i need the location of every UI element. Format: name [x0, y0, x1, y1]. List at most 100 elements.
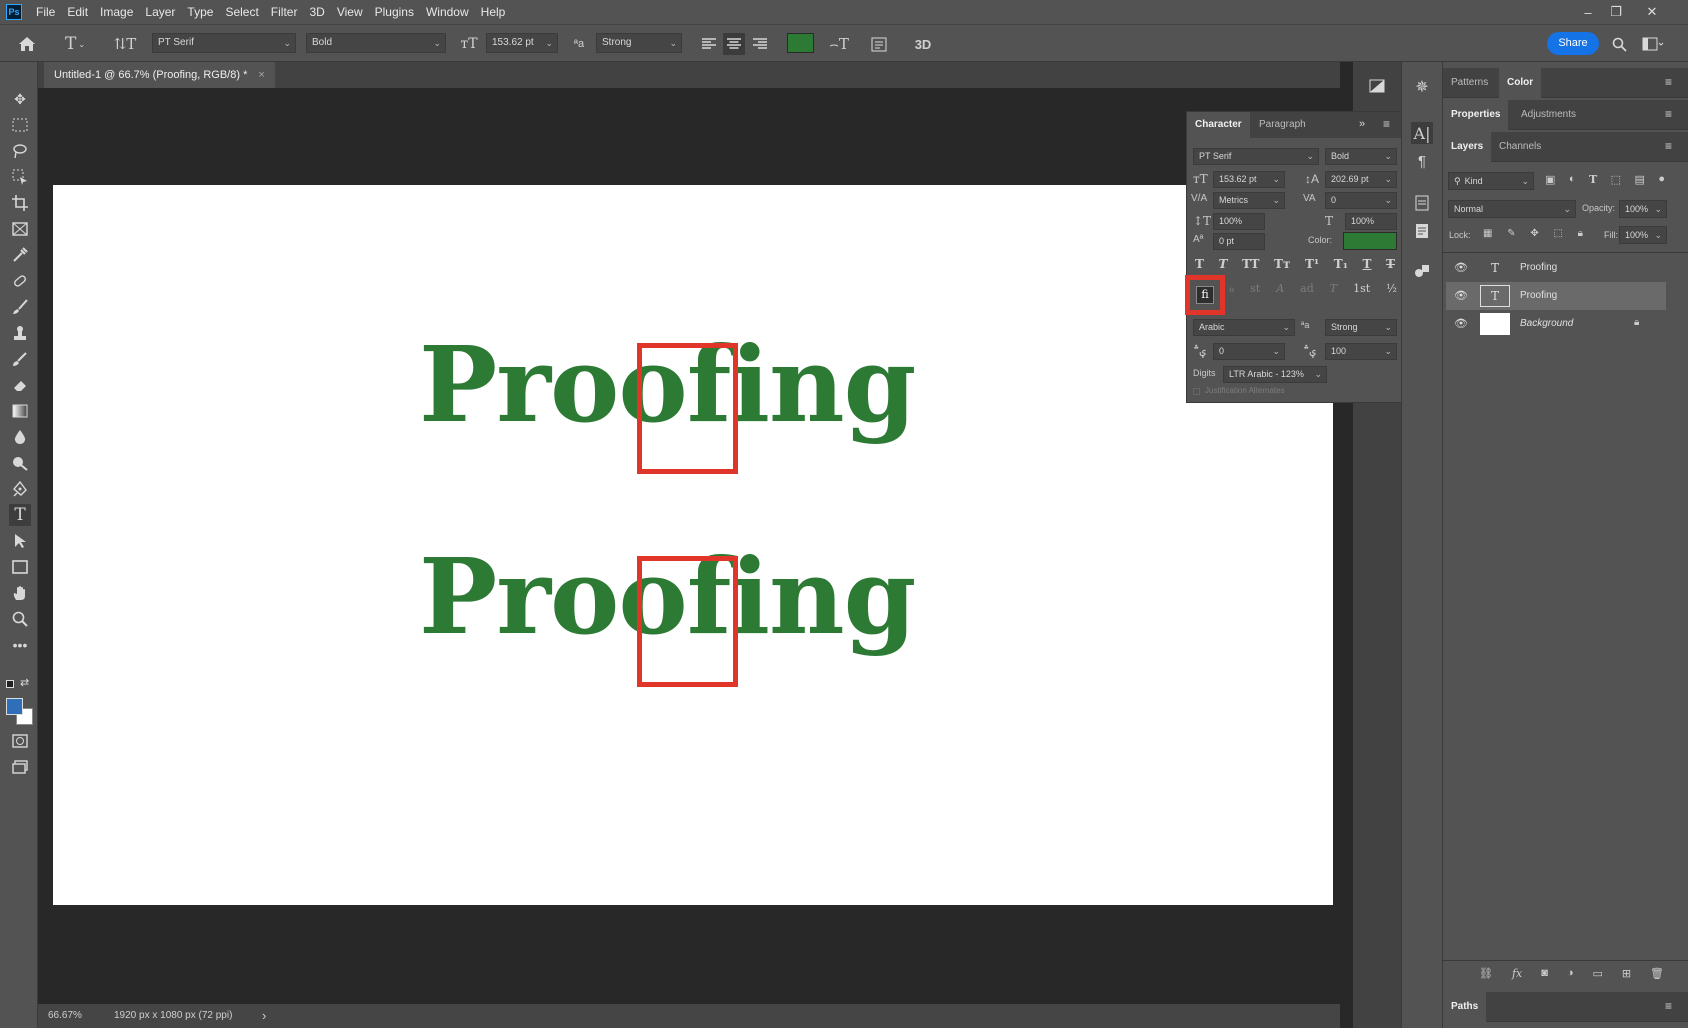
visibility-eye-icon[interactable]: 👁︎ [1454, 261, 1468, 274]
underline-button[interactable]: T [1363, 257, 1372, 277]
char-antialias-select[interactable]: Strong ⌄ [1325, 319, 1397, 336]
warp-text-icon[interactable]: ⌢T [828, 33, 850, 55]
fill-field[interactable]: 100% ⌄ [1619, 226, 1667, 244]
lock-position-icon[interactable]: ✥ [1530, 228, 1538, 242]
menu-filter[interactable]: Filter [265, 0, 304, 24]
char-tracking-select[interactable]: 0 ⌄ [1325, 192, 1397, 209]
foreground-color-swatch[interactable] [6, 698, 23, 715]
discretionary-ligatures-button[interactable]: st [1250, 282, 1260, 302]
stylistic-alternates-button[interactable]: ad [1300, 282, 1314, 302]
font-size-field[interactable]: 153.62 pt ⌄ [486, 33, 558, 53]
subscript-button[interactable]: T₁ [1334, 257, 1348, 277]
faux-bold-button[interactable]: T [1195, 257, 1204, 277]
search-icon[interactable] [1608, 33, 1630, 55]
filter-toggle-icon[interactable]: ● [1658, 173, 1665, 189]
notes-icon[interactable] [1411, 220, 1433, 242]
brush-tool-icon[interactable] [9, 296, 31, 318]
home-icon[interactable] [16, 33, 38, 55]
titling-alternates-button[interactable]: T [1330, 282, 1337, 302]
all-caps-button[interactable]: TT [1242, 257, 1259, 277]
standard-ligatures-button[interactable]: fi [1196, 286, 1214, 304]
superscript-button[interactable]: T¹ [1305, 257, 1319, 277]
quick-mask-icon[interactable] [9, 730, 31, 752]
fractions-button[interactable]: ½ [1386, 282, 1397, 302]
tab-layers[interactable]: Layers [1443, 132, 1492, 162]
share-button[interactable]: Share [1547, 32, 1599, 55]
screen-mode-icon[interactable] [9, 756, 31, 778]
tab-adjustments[interactable]: Adjustments [1513, 100, 1584, 130]
menu-window[interactable]: Window [420, 0, 475, 24]
dodge-tool-icon[interactable] [9, 452, 31, 474]
object-selection-tool-icon[interactable] [9, 166, 31, 188]
add-mask-icon[interactable]: ◙ [1541, 967, 1548, 983]
zoom-level[interactable]: 66.67% [48, 1010, 82, 1021]
panel-menu-icon[interactable]: ≡ [1383, 117, 1390, 131]
menu-edit[interactable]: Edit [61, 0, 94, 24]
history-brush-tool-icon[interactable] [9, 348, 31, 370]
contextual-alternates-button[interactable]: ℴ [1229, 282, 1234, 302]
glyphs-icon[interactable] [1411, 260, 1433, 282]
char-font-size-field[interactable]: 153.62 pt ⌄ [1213, 171, 1285, 188]
swash-button[interactable]: A [1276, 282, 1284, 302]
layer-row-proofing-selected[interactable]: 👁︎ T Proofing [1446, 282, 1666, 310]
char-baseline-shift-field[interactable]: 0 pt [1213, 233, 1265, 250]
swap-colors-icon[interactable]: ⇄ [20, 676, 29, 689]
eraser-tool-icon[interactable] [9, 374, 31, 396]
layer-row-proofing-top[interactable]: 👁︎ T Proofing [1446, 254, 1666, 282]
character-panel-toggle-icon[interactable] [868, 33, 890, 55]
close-document-icon[interactable]: × [258, 69, 264, 81]
char-font-family-select[interactable]: PT Serif ⌄ [1193, 148, 1319, 165]
type-tool-icon[interactable]: T [9, 504, 31, 526]
document-canvas[interactable]: Proofing Proofing [53, 185, 1333, 905]
crop-tool-icon[interactable] [9, 192, 31, 214]
opacity-field[interactable]: 100% ⌄ [1619, 200, 1667, 218]
character-panel-icon[interactable]: A| [1411, 122, 1433, 144]
filter-adjustment-icon[interactable]: ◐ [1569, 173, 1576, 189]
blend-mode-select[interactable]: Normal ⌄ [1448, 200, 1576, 218]
menu-type[interactable]: Type [181, 0, 219, 24]
align-left-icon[interactable] [698, 33, 720, 55]
menu-file[interactable]: File [30, 0, 61, 24]
visibility-eye-icon[interactable]: 👁︎ [1454, 289, 1468, 302]
align-center-icon[interactable] [723, 33, 745, 55]
eyedropper-tool-icon[interactable] [9, 244, 31, 266]
char-color-swatch[interactable] [1343, 232, 1397, 250]
tab-properties[interactable]: Properties [1443, 100, 1509, 130]
digits-select[interactable]: LTR Arabic - 123% ⌄ [1223, 366, 1327, 383]
faux-italic-button[interactable]: T [1219, 257, 1228, 277]
filter-shape-icon[interactable]: ⬚ [1611, 173, 1621, 189]
antialias-select[interactable]: Strong ⌄ [596, 33, 682, 53]
more-tools-icon[interactable]: ••• [9, 634, 31, 656]
char-leading-field[interactable]: 202.69 pt ⌄ [1325, 171, 1397, 188]
collapsed-panel-icon[interactable] [1367, 76, 1387, 96]
brush-settings-icon[interactable]: ✵ [1411, 76, 1433, 98]
toggle-text-orientation-icon[interactable]: ⇅T [113, 33, 137, 55]
menu-3d[interactable]: 3D [303, 0, 330, 24]
menu-plugins[interactable]: Plugins [369, 0, 420, 24]
document-tab[interactable]: Untitled-1 @ 66.7% (Proofing, RGB/8) * × [44, 62, 275, 88]
menu-image[interactable]: Image [94, 0, 139, 24]
link-layers-icon[interactable]: ⛓︎ [1479, 967, 1493, 983]
workspace-icon[interactable] [1638, 33, 1668, 55]
new-group-icon[interactable]: ▭ [1592, 967, 1602, 983]
libraries-icon[interactable] [1411, 192, 1433, 214]
tab-color[interactable]: Color [1499, 68, 1542, 98]
panel-menu-icon[interactable]: ≡ [1665, 75, 1672, 89]
status-menu-arrow[interactable]: › [262, 1008, 266, 1023]
hand-tool-icon[interactable] [9, 582, 31, 604]
layer-style-fx-icon[interactable]: fx [1512, 967, 1522, 983]
char-font-style-select[interactable]: Bold ⌄ [1325, 148, 1397, 165]
char-vertical-scale-field[interactable]: 100% [1213, 213, 1265, 230]
filter-type-icon[interactable]: T [1589, 173, 1597, 189]
move-tool-icon[interactable]: ✥ [9, 88, 31, 110]
close-window-icon[interactable]: ✕ [1638, 0, 1666, 24]
collapse-panel-icon[interactable]: » [1359, 118, 1365, 130]
menu-help[interactable]: Help [475, 0, 512, 24]
default-colors-icon[interactable] [6, 680, 14, 688]
language-select[interactable]: Arabic ⌄ [1193, 319, 1295, 336]
rectangle-tool-icon[interactable] [9, 556, 31, 578]
blur-tool-icon[interactable] [9, 426, 31, 448]
new-layer-icon[interactable]: ⊞ [1622, 967, 1631, 983]
pen-tool-icon[interactable] [9, 478, 31, 500]
minimize-icon[interactable]: – [1574, 0, 1602, 24]
